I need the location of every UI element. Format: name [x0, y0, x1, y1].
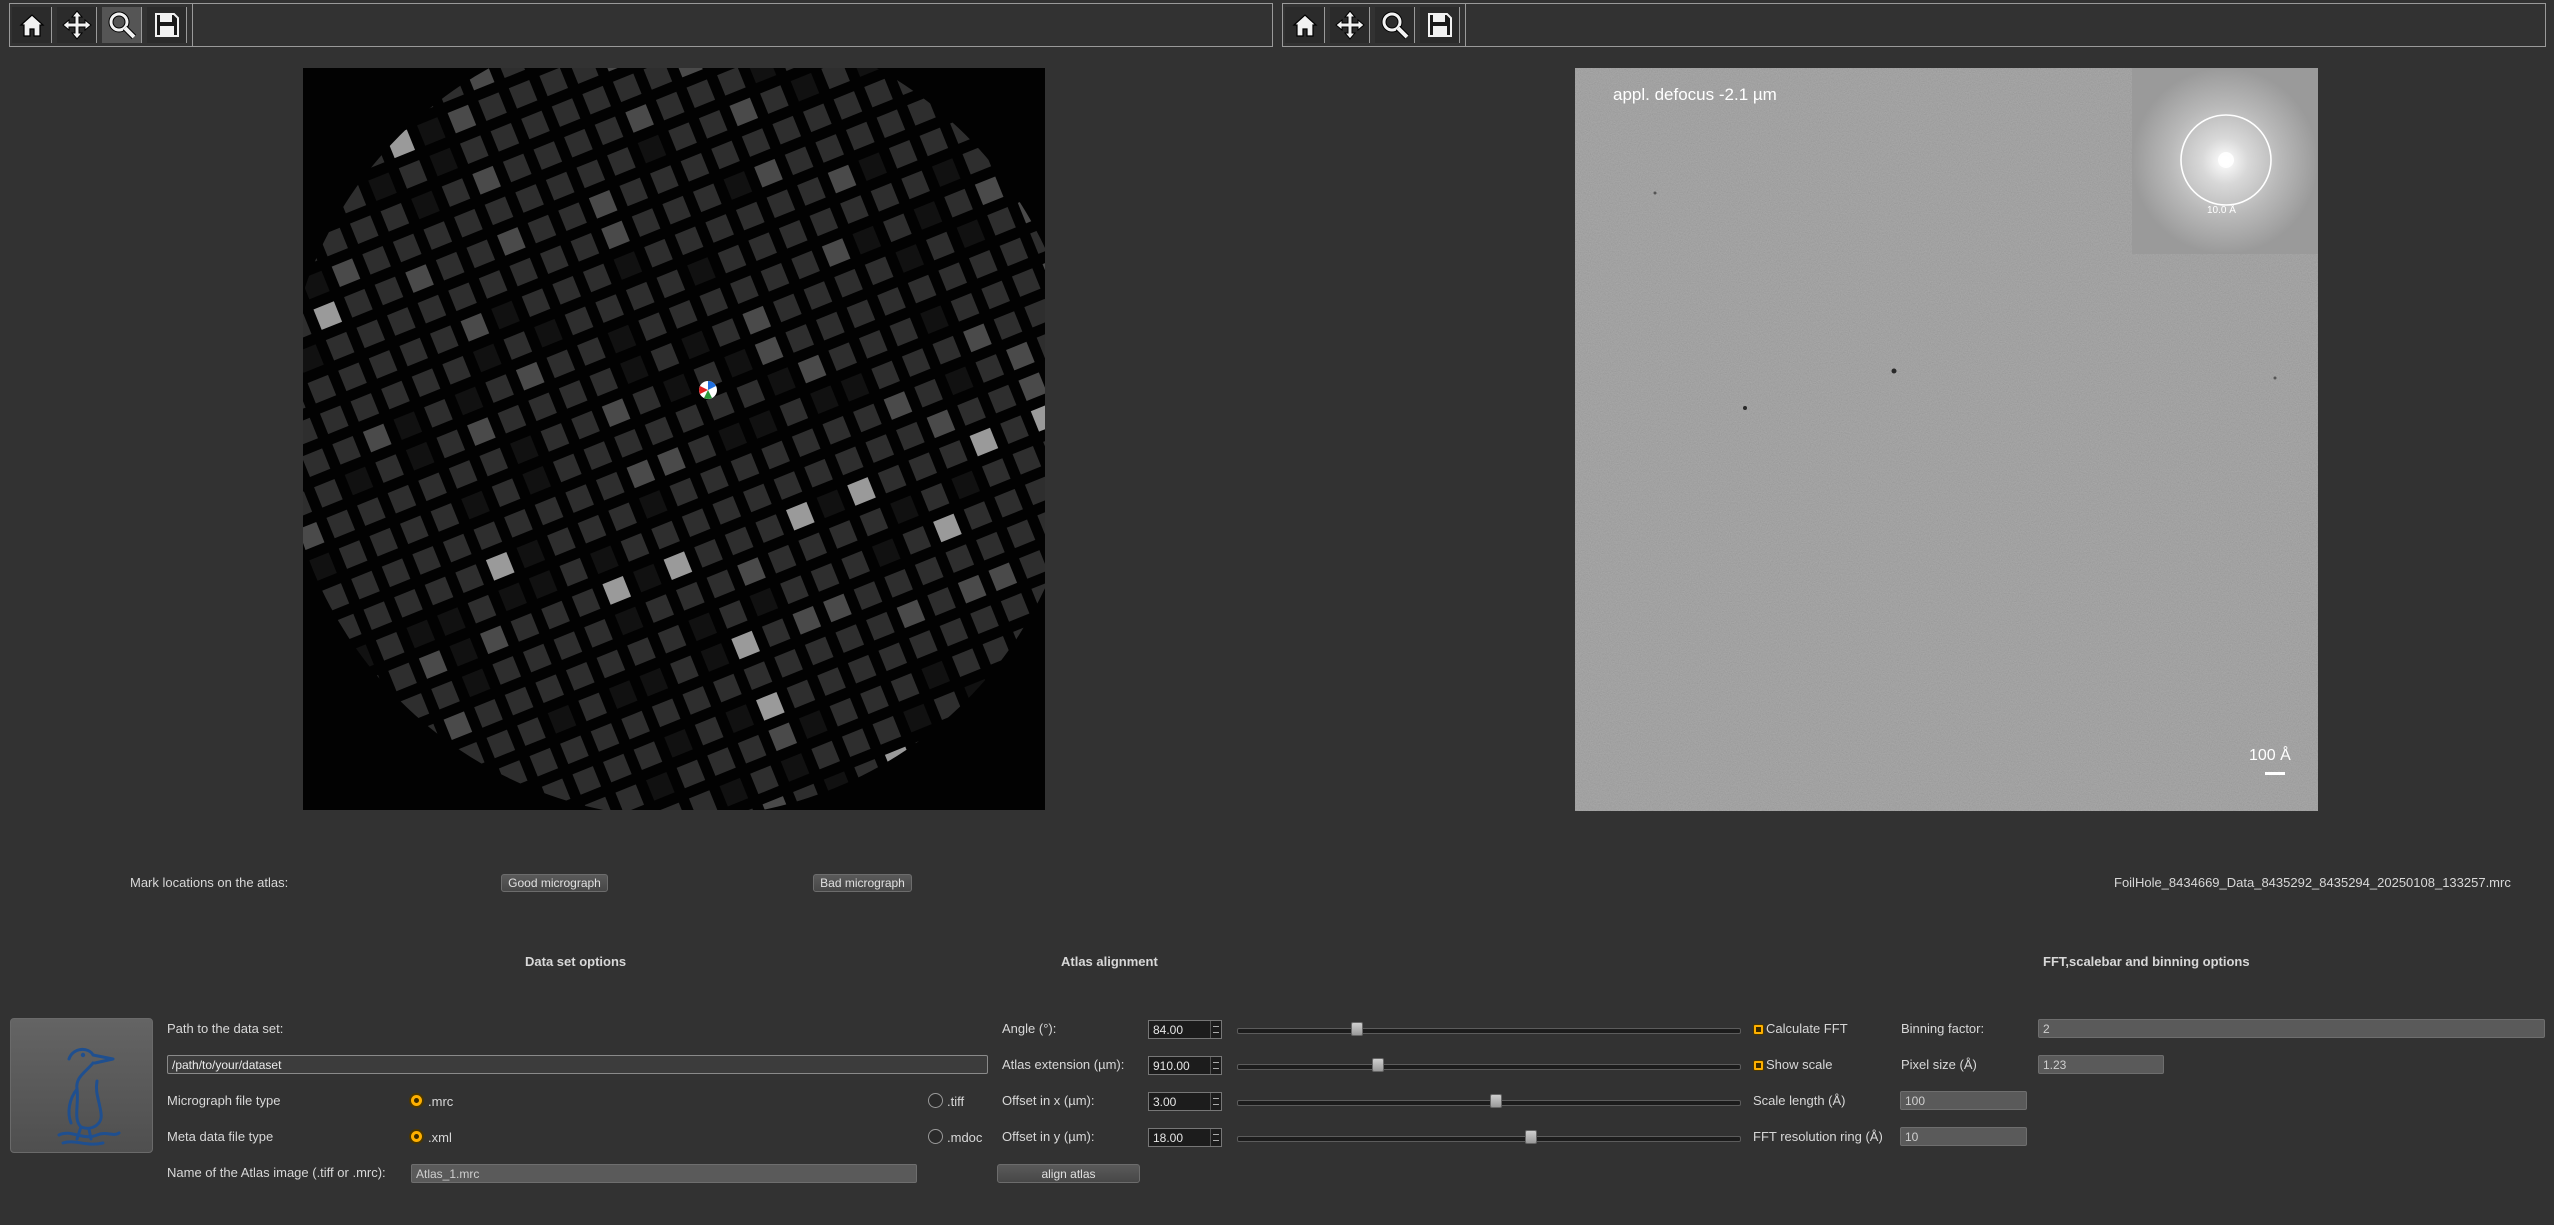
home-icon	[18, 14, 45, 37]
home-icon	[1291, 14, 1318, 37]
extension-value: 910.00	[1153, 1059, 1190, 1073]
fft-ring-label: 10.0 Å	[2207, 205, 2236, 216]
pixel-size-label: Pixel size (Å)	[1901, 1057, 1977, 1072]
path-label: Path to the data set:	[167, 1021, 284, 1036]
angle-value: 84.00	[1153, 1023, 1184, 1037]
offset-y-value: 18.00	[1153, 1131, 1184, 1145]
zoom-button[interactable]	[1375, 7, 1415, 43]
calculate-fft-label: Calculate FFT	[1766, 1021, 1848, 1036]
spin-arrows[interactable]	[1210, 1129, 1221, 1146]
fft-inset	[2132, 68, 2318, 254]
micrograph-toolbar	[1282, 3, 2546, 47]
show-scale-checkbox[interactable]	[1753, 1060, 1764, 1071]
scalebar	[2265, 772, 2285, 775]
scalebar-label: 100 Å	[2249, 747, 2291, 764]
bad-micrograph-button[interactable]: Bad micrograph	[813, 874, 912, 892]
save-button[interactable]	[147, 7, 187, 43]
save-icon	[154, 13, 179, 37]
binning-input[interactable]: 2	[2038, 1019, 2545, 1038]
angle-slider-track[interactable]	[1237, 1028, 1741, 1034]
current-position-marker	[699, 381, 717, 399]
atlas-name-label: Name of the Atlas image (.tiff or .mrc):	[167, 1165, 386, 1180]
save-button[interactable]	[1420, 7, 1460, 43]
binning-label: Binning factor:	[1901, 1021, 1985, 1036]
offset-y-slider-track[interactable]	[1237, 1136, 1741, 1142]
radio-tiff-label: .tiff	[947, 1094, 965, 1109]
zoom-button[interactable]	[102, 7, 142, 43]
atlas-view[interactable]	[303, 68, 1045, 810]
resolution-ring-label: FFT resolution ring (Å)	[1753, 1129, 1883, 1144]
offset-x-label: Offset in x (µm):	[1002, 1093, 1095, 1108]
radio-mdoc[interactable]	[928, 1129, 943, 1144]
pan-icon	[1334, 10, 1365, 40]
atlas-image[interactable]	[303, 68, 1045, 810]
radio-xml[interactable]	[409, 1129, 424, 1144]
alignment-section-title: Atlas alignment	[1061, 954, 1158, 969]
mark-locations-label: Mark locations on the atlas:	[130, 875, 289, 890]
offset-x-value: 3.00	[1153, 1095, 1177, 1109]
pan-icon	[61, 10, 92, 40]
offset-x-slider-handle[interactable]	[1489, 1094, 1502, 1108]
scale-length-label: Scale length (Å)	[1753, 1093, 1846, 1108]
current-filename: FoilHole_8434669_Data_8435292_8435294_20…	[2114, 875, 2511, 890]
radio-mdoc-label: .mdoc	[947, 1130, 983, 1145]
toolbar-separator	[1465, 4, 1466, 46]
home-button[interactable]	[1285, 7, 1325, 43]
extension-label: Atlas extension (µm):	[1002, 1057, 1125, 1072]
zoom-icon	[108, 11, 136, 40]
atlas-toolbar	[9, 3, 1273, 47]
angle-label: Angle (°):	[1002, 1021, 1057, 1036]
dataset-path-input[interactable]: /path/to/your/dataset	[167, 1055, 988, 1074]
show-scale-label: Show scale	[1766, 1057, 1833, 1072]
spin-arrows[interactable]	[1210, 1057, 1221, 1074]
micrograph-view[interactable]: appl. defocus -2.1 µm 10.0 Å 100 Å	[1575, 68, 2318, 811]
offset-y-slider-handle[interactable]	[1524, 1130, 1537, 1144]
micrograph-image[interactable]	[1575, 68, 2318, 811]
radio-xml-label: .xml	[428, 1130, 452, 1145]
extension-spinbox[interactable]: 910.00	[1148, 1056, 1222, 1075]
defocus-label: appl. defocus -2.1 µm	[1613, 85, 1777, 104]
zoom-icon	[1381, 11, 1409, 40]
save-icon	[1427, 13, 1452, 37]
metadata-type-label: Meta data file type	[167, 1129, 274, 1144]
radio-mrc-label: .mrc	[428, 1094, 454, 1109]
align-atlas-button[interactable]: align atlas	[997, 1164, 1140, 1183]
angle-spinbox[interactable]: 84.00	[1148, 1020, 1222, 1039]
spin-arrows[interactable]	[1210, 1093, 1221, 1110]
extension-slider-handle[interactable]	[1371, 1058, 1384, 1072]
fft-section-title: FFT,scalebar and binning options	[2043, 954, 2250, 969]
atlas-name-input[interactable]: Atlas_1.mrc	[411, 1164, 917, 1183]
offset-y-spinbox[interactable]: 18.00	[1148, 1128, 1222, 1147]
pan-button[interactable]	[57, 7, 97, 43]
offset-y-label: Offset in y (µm):	[1002, 1129, 1095, 1144]
pan-button[interactable]	[1330, 7, 1370, 43]
heron-logo-icon	[57, 1048, 121, 1146]
good-micrograph-button[interactable]: Good micrograph	[501, 874, 608, 892]
scale-length-input[interactable]: 100	[1900, 1091, 2027, 1110]
extension-slider-track[interactable]	[1237, 1064, 1741, 1070]
toolbar-separator	[192, 4, 193, 46]
angle-slider-handle[interactable]	[1351, 1022, 1364, 1036]
micrograph-type-label: Micrograph file type	[167, 1093, 281, 1108]
resolution-ring-input[interactable]: 10	[1900, 1127, 2027, 1146]
home-button[interactable]	[12, 7, 52, 43]
spin-arrows[interactable]	[1210, 1021, 1221, 1038]
calculate-fft-checkbox[interactable]	[1753, 1024, 1764, 1035]
pixel-size-input[interactable]: 1.23	[2038, 1055, 2164, 1074]
radio-mrc[interactable]	[409, 1093, 424, 1108]
dataset-section-title: Data set options	[525, 954, 627, 969]
radio-tiff[interactable]	[928, 1093, 943, 1108]
app-logo	[10, 1018, 153, 1153]
offset-x-spinbox[interactable]: 3.00	[1148, 1092, 1222, 1111]
